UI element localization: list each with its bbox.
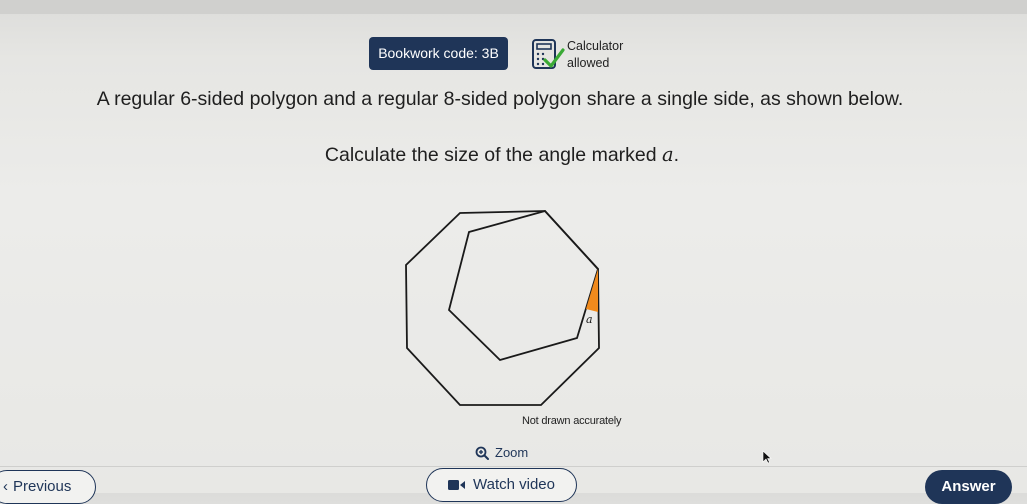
zoom-label: Zoom [495, 445, 529, 460]
watch-video-label: Watch video [473, 476, 555, 493]
top-strip [0, 0, 1027, 14]
calculator-allowed-label: Calculator allowed [567, 38, 623, 72]
footer-divider [0, 466, 1027, 467]
watch-video-button[interactable]: Watch video [426, 468, 577, 502]
octagon-shape [405, 210, 600, 406]
previous-button[interactable]: ‹ Previous [0, 470, 96, 504]
answer-button[interactable]: Answer [925, 470, 1012, 504]
question-line-2-end: . [673, 144, 680, 166]
angle-a-label: a [586, 313, 593, 326]
question-variable: a [662, 143, 674, 166]
bookwork-code-badge: Bookwork code: 3B [369, 37, 508, 70]
question-line-2-text: Calculate the size of the angle marked [324, 144, 663, 166]
zoom-button[interactable]: Zoom [475, 445, 528, 460]
video-camera-icon [448, 480, 465, 490]
previous-label: Previous [13, 478, 72, 495]
not-drawn-accurately-note: Not drawn accurately [522, 415, 622, 427]
magnifier-plus-icon [475, 446, 489, 460]
question-line-2: Calculate the size of the angle marked a… [0, 143, 1004, 167]
bookwork-code-text: Bookwork code: 3B [378, 45, 499, 61]
calculator-label-line2: allowed [567, 56, 610, 70]
calculator-label-line1: Calculator [567, 39, 624, 53]
polygon-diagram: a [405, 209, 600, 406]
angle-a-region [586, 269, 598, 312]
question-line-1: A regular 6-sided polygon and a regular … [96, 88, 904, 110]
hexagon-shape [447, 209, 600, 362]
chevron-left-icon: ‹ [3, 478, 8, 495]
answer-label: Answer [941, 478, 996, 495]
calculator-icon [532, 39, 565, 69]
mouse-cursor-icon [762, 450, 772, 464]
